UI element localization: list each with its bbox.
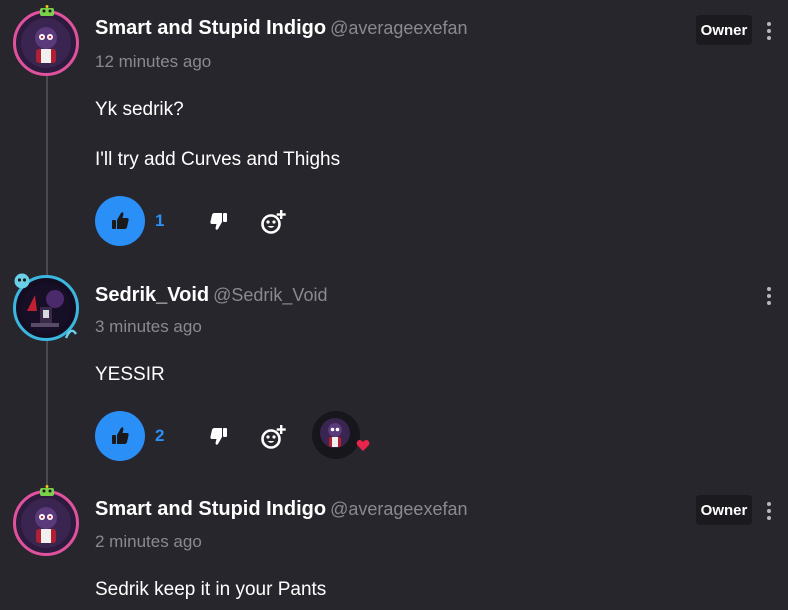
thumbs-down-icon	[210, 428, 227, 445]
add-reaction-icon	[261, 210, 286, 234]
avatar[interactable]	[13, 5, 79, 76]
author-name-text[interactable]: Smart and Stupid Indigo	[95, 17, 326, 39]
more-vertical-icon	[764, 502, 774, 520]
more-vertical-icon	[764, 22, 774, 40]
comment-text: Yk sedrik?	[95, 99, 184, 120]
sparkle-icon	[64, 329, 78, 339]
like-button[interactable]	[95, 196, 145, 246]
crown-icon	[40, 5, 54, 16]
dislike-button[interactable]	[206, 208, 232, 234]
more-vertical-icon	[764, 287, 774, 305]
comment-text: YESSIR	[95, 364, 165, 385]
like-button[interactable]	[95, 411, 145, 461]
avatar-image	[21, 18, 71, 68]
thumbs-down-icon	[210, 213, 227, 230]
ghost-badge-icon	[14, 273, 30, 289]
user-reaction[interactable]	[312, 411, 370, 459]
heart-icon	[356, 440, 370, 451]
more-options-button[interactable]	[764, 22, 774, 44]
author-name[interactable]: Sedrik_Void @Sedrik_Void	[95, 284, 327, 307]
crown-icon	[40, 485, 54, 496]
thumbs-up-icon	[112, 212, 129, 229]
timestamp: 3 minutes ago	[95, 317, 202, 336]
avatar[interactable]	[13, 273, 79, 341]
avatar[interactable]	[13, 485, 79, 556]
timestamp: 12 minutes ago	[95, 52, 212, 71]
reaction-avatar	[320, 418, 350, 448]
like-count: 1	[155, 211, 165, 230]
add-reaction-button[interactable]	[258, 422, 288, 452]
author-name[interactable]: Smart and Stupid Indigo @averageexefan	[95, 17, 467, 40]
owner-badge: Owner	[696, 15, 752, 45]
add-reaction-button[interactable]	[258, 207, 288, 237]
comment-text: I'll try add Curves and Thighs	[95, 149, 341, 170]
thumbs-up-icon	[112, 427, 129, 444]
author-handle[interactable]: @averageexefan	[330, 499, 467, 519]
avatar-image	[21, 498, 71, 548]
avatar-image	[21, 283, 71, 333]
dislike-button[interactable]	[206, 423, 232, 449]
author-name[interactable]: Smart and Stupid Indigo @averageexefan	[95, 498, 467, 521]
like-count: 2	[155, 426, 165, 445]
add-reaction-icon	[261, 425, 286, 449]
author-name-text[interactable]: Smart and Stupid Indigo	[95, 498, 326, 520]
author-name-text[interactable]: Sedrik_Void	[95, 284, 209, 306]
timestamp: 2 minutes ago	[95, 532, 202, 551]
owner-badge: Owner	[696, 495, 752, 525]
comment-text: Sedrik keep it in your Pants	[95, 579, 327, 600]
more-options-button[interactable]	[764, 502, 774, 524]
author-handle[interactable]: @averageexefan	[330, 18, 467, 38]
author-handle[interactable]: @Sedrik_Void	[213, 285, 327, 305]
more-options-button[interactable]	[764, 287, 774, 309]
